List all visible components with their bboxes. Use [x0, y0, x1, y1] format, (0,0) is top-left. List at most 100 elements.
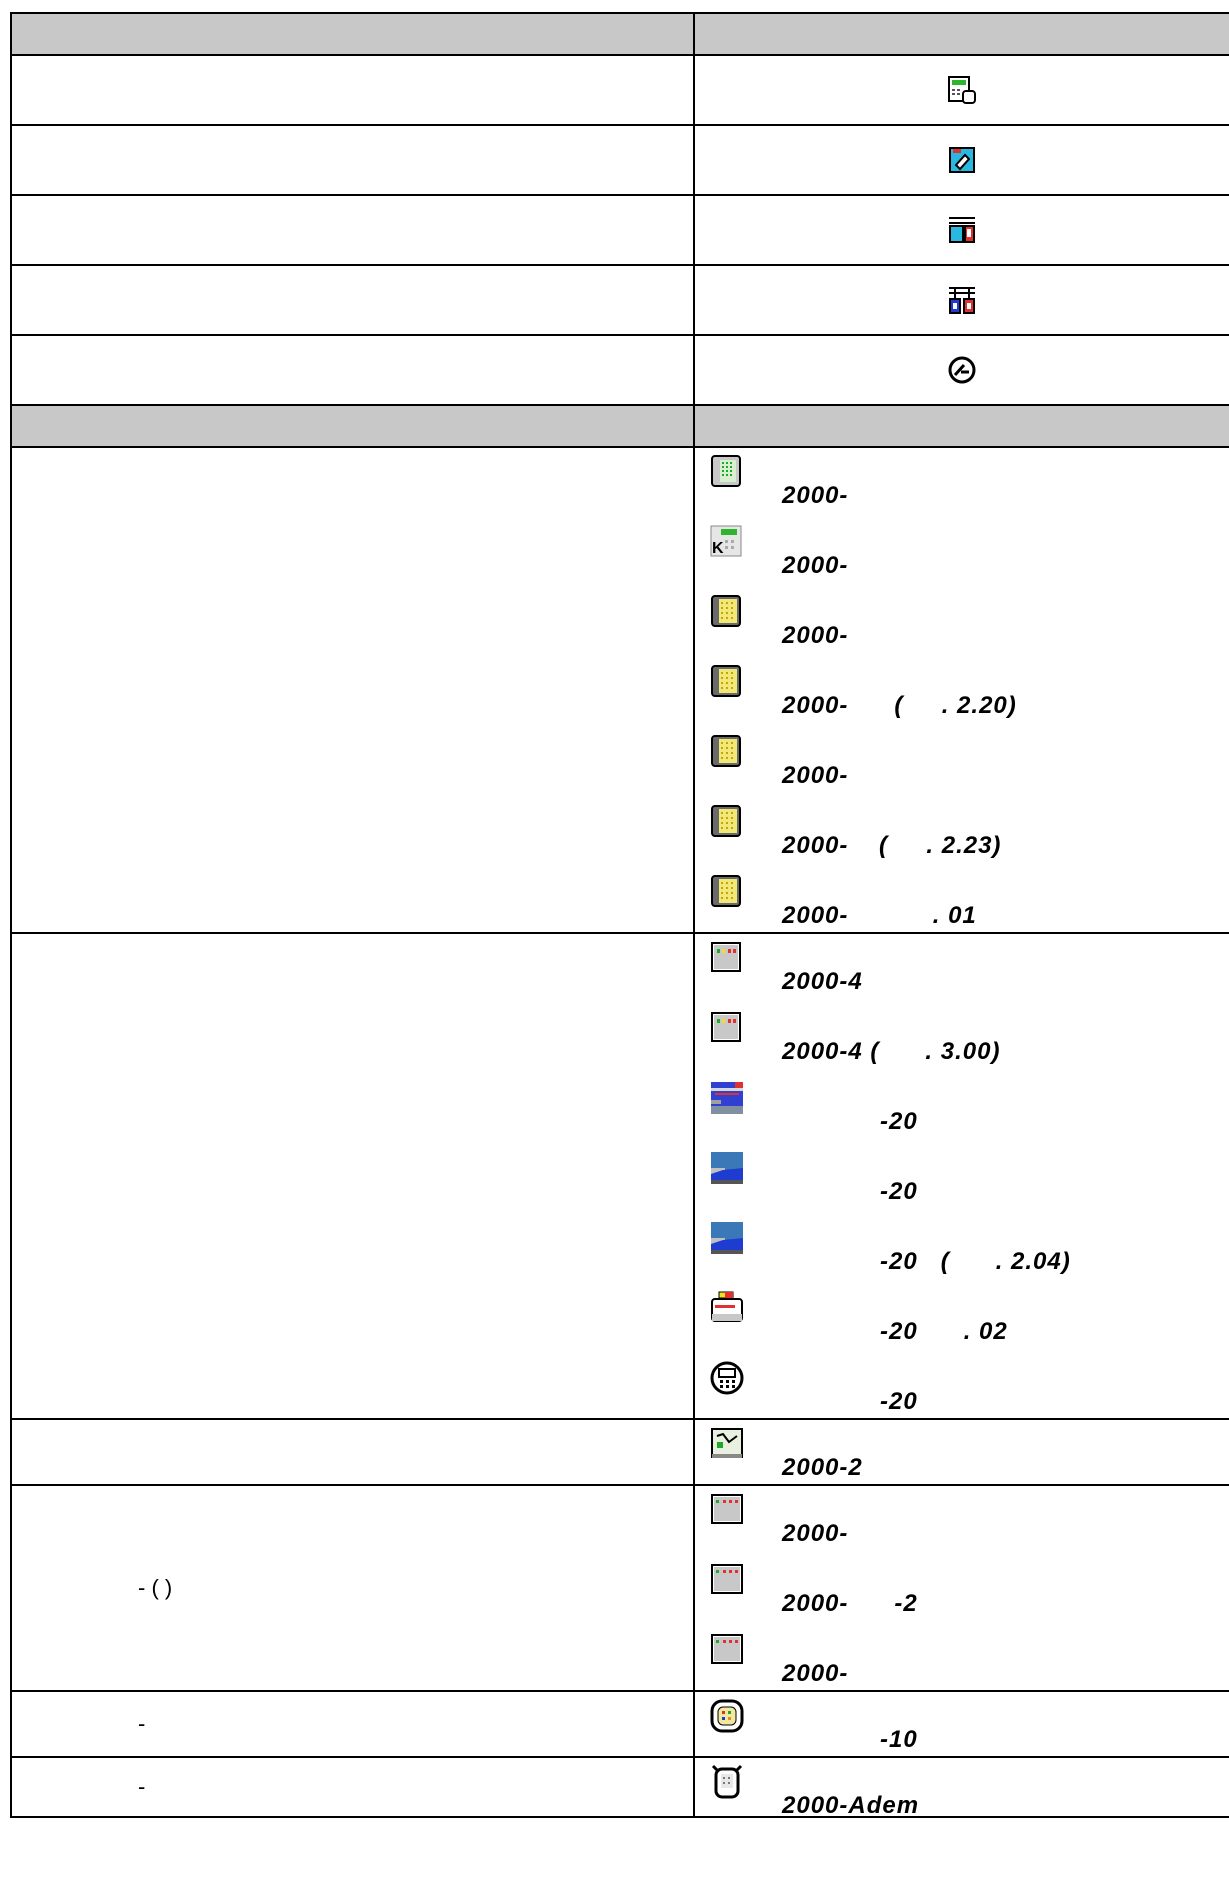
list-item: 2000-	[695, 728, 1229, 798]
list-item: 2000-2	[695, 1420, 1229, 1484]
red-led-box-icon	[711, 1564, 743, 1594]
device-label: -20 . 02	[880, 1318, 1008, 1345]
table-row: 2000- K 2000- 2000- 2000- ( . 2.20) 2000…	[10, 446, 1229, 934]
device-list: 2000-4 2000-4 ( . 3.00) -20 -20 -20 ( . …	[695, 934, 1229, 1418]
blue-wave-panel-icon	[711, 1222, 743, 1254]
row-device-cell: 2000-2	[693, 1418, 1229, 1486]
row-label-cell: -	[10, 1690, 695, 1758]
list-item: 2000- ( . 2.20)	[695, 658, 1229, 728]
table-row: - 2000-Adem	[10, 1756, 1229, 1819]
circle-slash-icon	[948, 356, 976, 384]
header-cell-left	[10, 404, 695, 448]
printer-red-icon	[711, 1291, 743, 1322]
red-led-box-icon	[711, 1634, 743, 1664]
table-row	[10, 334, 1229, 406]
row-label-cell: - ( )	[10, 1484, 695, 1692]
list-item: 2000-	[695, 1486, 1229, 1556]
device-list: 2000- K 2000- 2000- 2000- ( . 2.20) 2000…	[695, 448, 1229, 932]
device-label: 2000-	[782, 1520, 849, 1547]
header-row-1	[10, 12, 1229, 56]
list-item: -20 . 02	[695, 1284, 1229, 1354]
device-label: 2000- ( . 2.20)	[782, 692, 1017, 719]
list-item: -20	[695, 1354, 1229, 1418]
row-label-cell	[10, 124, 695, 196]
row-device-cell: -10	[693, 1690, 1229, 1758]
terminal-camera-icon	[948, 76, 976, 104]
list-item: -20 ( . 2.04)	[695, 1214, 1229, 1284]
row-left-text: - ( )	[138, 1575, 173, 1600]
adem-device-icon	[711, 1764, 743, 1799]
device-label: -20	[880, 1108, 918, 1135]
device-label: -20 ( . 2.04)	[880, 1248, 1071, 1275]
row-device-cell: 2000- 2000- -2 2000-	[693, 1484, 1229, 1692]
list-item: 2000-	[695, 1626, 1229, 1690]
yellow-grid-panel-icon	[711, 805, 741, 837]
blue-red-module-icon	[949, 287, 975, 314]
table-row: 2000-2	[10, 1418, 1229, 1486]
device-table: 2000- K 2000- 2000- 2000- ( . 2.20) 2000…	[10, 12, 1229, 1819]
row-icon-cell	[693, 54, 1229, 126]
list-item: 2000-	[695, 448, 1229, 518]
row-left-text: -	[138, 1711, 146, 1736]
device-list: -10	[695, 1692, 1229, 1756]
row-label-cell	[10, 264, 695, 336]
list-item: 2000-4 ( . 3.00)	[695, 1004, 1229, 1074]
row-left-text: -	[138, 1774, 146, 1799]
table-row	[10, 194, 1229, 266]
row-device-cell: 2000-Adem	[693, 1756, 1229, 1819]
yellow-grid-panel-icon	[711, 875, 741, 907]
table-row: - ( ) 2000- 2000- -2 2000-	[10, 1484, 1229, 1692]
device-label: 2000-	[782, 762, 849, 789]
device-label: 2000-	[782, 482, 849, 509]
list-item: 2000-	[695, 588, 1229, 658]
gray-box-leds-icon	[711, 942, 741, 972]
table-row	[10, 264, 1229, 336]
device-label: 2000- . 01	[782, 902, 977, 929]
table-row: 2000-4 2000-4 ( . 3.00) -20 -20 -20 ( . …	[10, 932, 1229, 1420]
device-label: 2000-Adem	[782, 1792, 920, 1819]
cyan-sensor-icon	[949, 147, 975, 173]
header-row-2	[10, 404, 1229, 448]
row-icon-cell	[693, 334, 1229, 406]
list-item: 2000-4	[695, 934, 1229, 1004]
round-module-icon	[710, 1699, 744, 1733]
svg-text:K: K	[712, 540, 724, 557]
row-icon-cell	[693, 194, 1229, 266]
device-label: 2000-2	[782, 1454, 863, 1481]
table-row	[10, 124, 1229, 196]
list-item: 2000- ( . 2.23)	[695, 798, 1229, 868]
list-item: K 2000-	[695, 518, 1229, 588]
header-cell-right	[693, 404, 1229, 448]
table-row: - -10	[10, 1690, 1229, 1758]
device-label: -20	[880, 1178, 918, 1205]
row-device-cell: 2000- K 2000- 2000- 2000- ( . 2.20) 2000…	[693, 446, 1229, 934]
row-icon-cell	[693, 264, 1229, 336]
device-label: 2000-	[782, 1660, 849, 1687]
cyan-red-module-icon	[949, 217, 975, 243]
list-item: -20	[695, 1144, 1229, 1214]
list-item: 2000- . 01	[695, 868, 1229, 932]
row-icon-cell	[693, 124, 1229, 196]
yellow-grid-panel-icon	[711, 595, 741, 627]
list-item: -10	[695, 1692, 1229, 1756]
row-label-cell	[10, 932, 695, 1420]
blue-wave-panel-icon	[711, 1152, 743, 1184]
round-keypad-icon	[710, 1361, 744, 1395]
device-label: 2000- ( . 2.23)	[782, 832, 1002, 859]
yellow-grid-panel-icon	[711, 735, 741, 767]
device-list: 2000-Adem	[695, 1758, 1229, 1819]
row-label-cell	[10, 194, 695, 266]
yellow-grid-panel-icon	[711, 665, 741, 697]
device-label: 2000-	[782, 552, 849, 579]
list-item: -20	[695, 1074, 1229, 1144]
device-list: 2000-2	[695, 1420, 1229, 1484]
device-label: -10	[880, 1726, 918, 1753]
blue-striped-panel-icon	[711, 1082, 743, 1114]
keyboard-panel-icon: K	[710, 525, 742, 557]
row-label-cell	[10, 1418, 695, 1486]
device-label: 2000-4 ( . 3.00)	[782, 1038, 1001, 1065]
gray-box-leds-icon	[711, 1012, 741, 1042]
device-label: 2000-4	[782, 968, 863, 995]
row-device-cell: 2000-4 2000-4 ( . 3.00) -20 -20 -20 ( . …	[693, 932, 1229, 1420]
device-list: 2000- 2000- -2 2000-	[695, 1486, 1229, 1690]
